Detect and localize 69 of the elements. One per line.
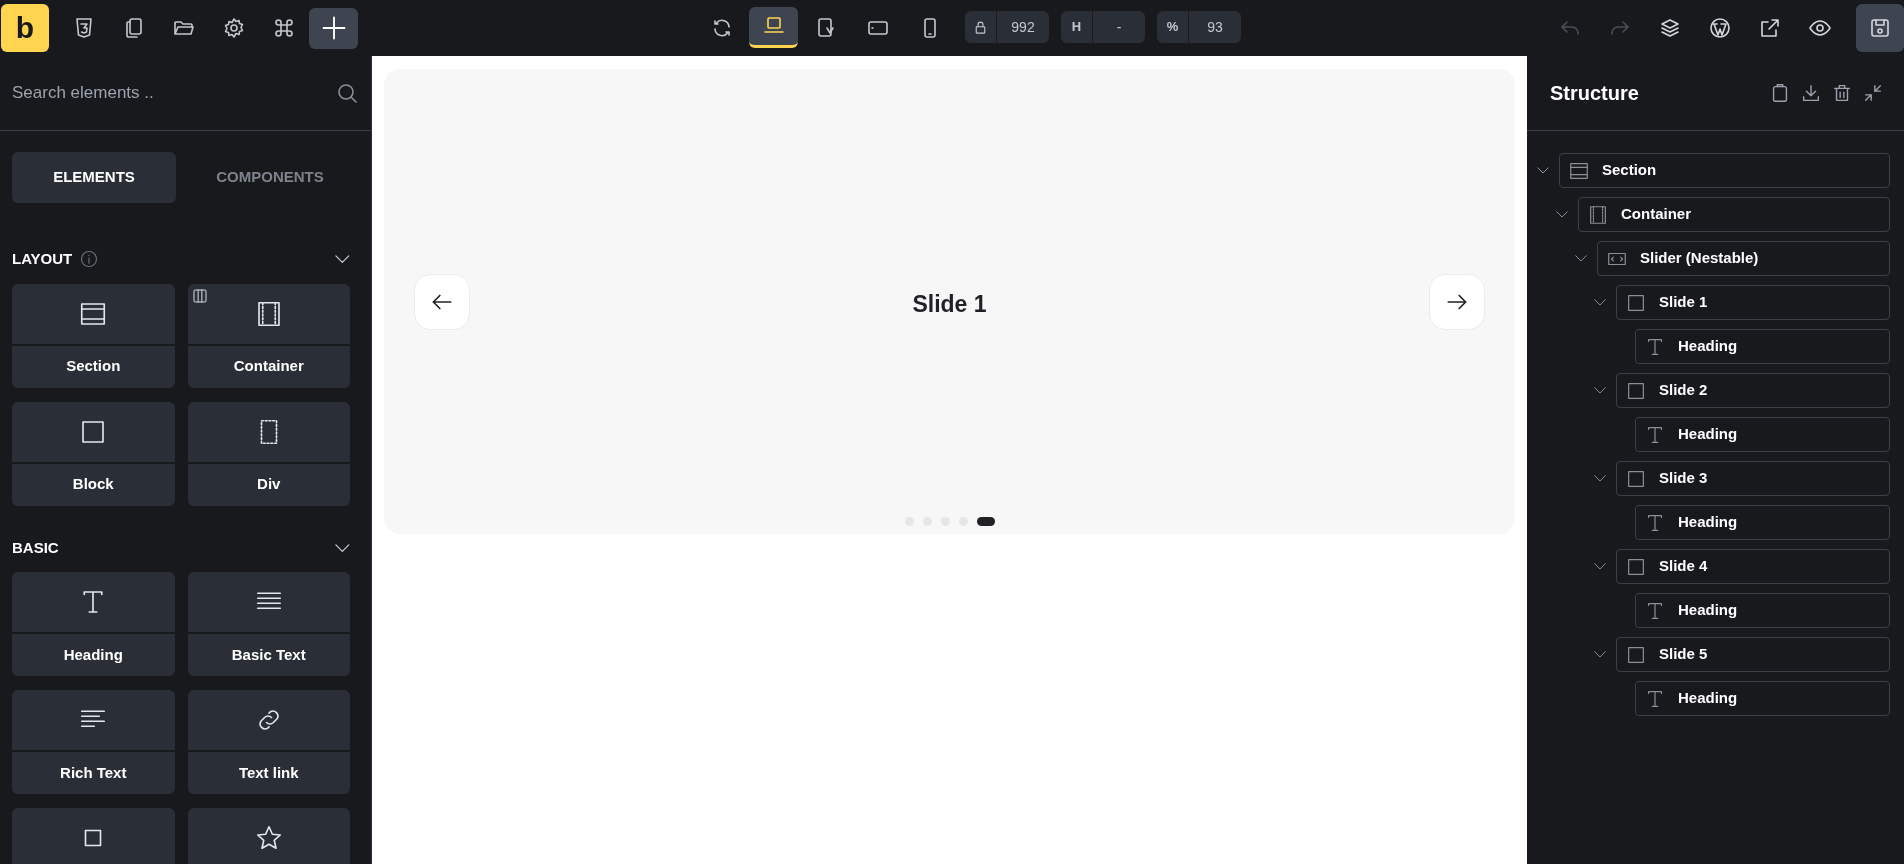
- field-value: -: [1115, 17, 1123, 37]
- panel-title: Structure: [1550, 81, 1639, 106]
- chevron-icon: [1556, 211, 1568, 218]
- chevron-icon: [1594, 651, 1606, 658]
- category-heading: LAYOUT: [12, 249, 73, 269]
- logo[interactable]: b: [1, 4, 49, 52]
- tree-item[interactable]: Slider (Nestable): [1597, 241, 1890, 276]
- viewport-button[interactable]: [749, 7, 798, 48]
- field-label: H: [1071, 18, 1082, 37]
- action-button[interactable]: [1856, 4, 1904, 52]
- trash-icon: [1831, 82, 1853, 104]
- chevron-icon: [335, 543, 350, 552]
- field-value: 992: [1010, 17, 1036, 37]
- element-card[interactable]: Text link: [187, 690, 350, 794]
- chevron-icon: [1594, 563, 1606, 570]
- collapse-arrows-icon: [1862, 82, 1884, 104]
- slide-title: Slide 1: [912, 290, 987, 319]
- expand-toggle[interactable]: [1575, 255, 1587, 262]
- tree-item[interactable]: Slide 1: [1616, 285, 1890, 320]
- field-value: 93: [1206, 17, 1224, 37]
- element-card[interactable]: Heading: [12, 572, 175, 676]
- toolbar-button[interactable]: [309, 7, 358, 49]
- download-icon: [1800, 82, 1822, 104]
- tree-item[interactable]: Heading: [1635, 417, 1890, 452]
- panel-tab[interactable]: COMPONENTS: [188, 152, 352, 203]
- chevron-icon: [1594, 387, 1606, 394]
- collapse-toggle[interactable]: [335, 543, 350, 552]
- collapse-arrows-button[interactable]: [1862, 82, 1884, 104]
- tree-item[interactable]: Slide 5: [1616, 637, 1890, 672]
- tree-item[interactable]: Heading: [1635, 505, 1890, 540]
- tree-item[interactable]: Heading: [1635, 329, 1890, 364]
- search-field[interactable]: Search elements ..: [12, 80, 335, 106]
- tree-item[interactable]: Slide 2: [1616, 373, 1890, 408]
- expand-toggle[interactable]: [1594, 475, 1606, 482]
- size-field[interactable]: H -: [1061, 11, 1145, 43]
- category-heading: BASIC: [12, 537, 59, 558]
- size-field[interactable]: % 93: [1157, 11, 1241, 43]
- chevron-icon: [1594, 475, 1606, 482]
- panel-tab[interactable]: ELEMENTS: [12, 152, 176, 203]
- expand-toggle[interactable]: [1556, 211, 1568, 218]
- container-icon: [1587, 203, 1609, 226]
- search-icon: [335, 81, 359, 105]
- chevron-icon: [1537, 167, 1549, 174]
- tree-item[interactable]: Heading: [1635, 681, 1890, 716]
- trash-button[interactable]: [1831, 82, 1853, 104]
- element-card[interactable]: Container: [187, 283, 350, 388]
- tree-item[interactable]: Heading: [1635, 593, 1890, 628]
- tree-item[interactable]: Slide 4: [1616, 549, 1890, 584]
- columns-icon: [190, 286, 209, 305]
- tree-item[interactable]: Slide 3: [1616, 461, 1890, 496]
- element-card[interactable]: Div: [187, 401, 350, 506]
- size-field[interactable]: 992: [965, 11, 1049, 43]
- expand-toggle[interactable]: [1594, 563, 1606, 570]
- expand-toggle[interactable]: [1537, 167, 1549, 174]
- element-card[interactable]: Basic Text: [187, 572, 350, 676]
- expand-toggle[interactable]: [1594, 387, 1606, 394]
- tree-item[interactable]: Container: [1578, 197, 1890, 232]
- expand-toggle[interactable]: [1594, 651, 1606, 658]
- element-card[interactable]: Section: [12, 283, 175, 388]
- download-button[interactable]: [1800, 82, 1822, 104]
- expand-toggle[interactable]: [1594, 299, 1606, 306]
- chevron-icon: [1575, 255, 1587, 262]
- field-label: %: [1166, 18, 1179, 37]
- chevron-icon: [1594, 299, 1606, 306]
- tree-item[interactable]: Section: [1559, 153, 1890, 188]
- collapse-toggle[interactable]: [335, 255, 350, 264]
- element-card[interactable]: Block: [12, 401, 175, 506]
- chevron-icon: [335, 255, 350, 264]
- element-card[interactable]: Rich Text: [12, 690, 175, 794]
